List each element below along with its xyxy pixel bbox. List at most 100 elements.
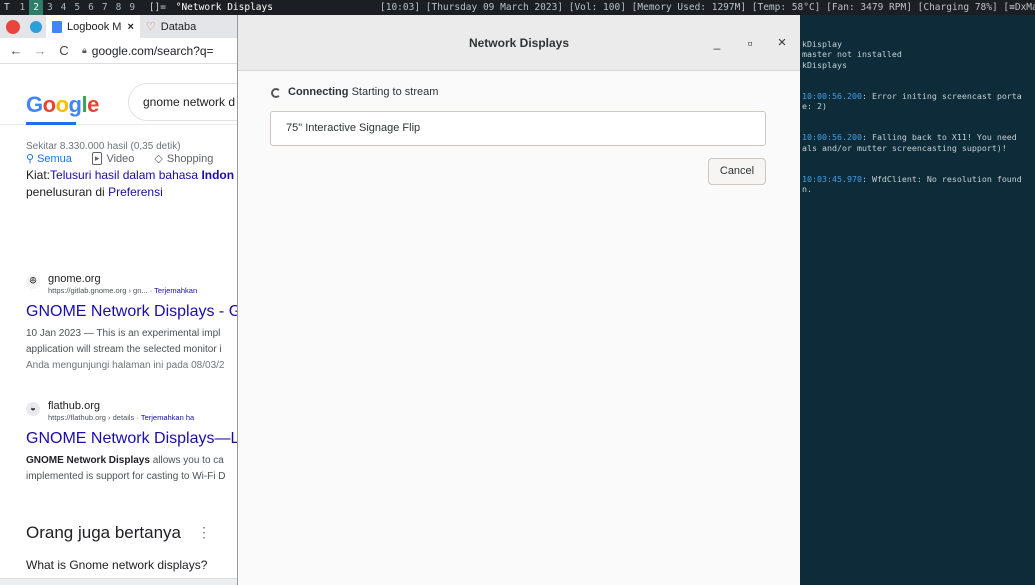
tab-strip: Logbook M × ♡ Databa [0, 15, 237, 38]
crumb-text: https://flathub.org › details · [48, 413, 141, 422]
logo-letter: e [87, 92, 99, 117]
cancel-button[interactable]: Cancel [708, 158, 766, 185]
snippet-text: allows you to ca [149, 455, 224, 466]
result-site[interactable]: flathub.org [48, 400, 100, 412]
terminal-window[interactable]: kDisplay master not installed kDisplays 10… [800, 15, 1035, 585]
address-bar: ← → C 🔒︎ google.com/search?q= [0, 38, 237, 64]
tip-line2: penelusuran di [26, 185, 109, 199]
tab-logbook[interactable]: Logbook M × [46, 15, 140, 38]
forward-icon[interactable]: → [32, 43, 48, 58]
workspace-4[interactable]: 4 [57, 0, 71, 15]
log-entry: 10:00:56.200: Falling back to X11! You n… [802, 132, 1035, 153]
workspace-3[interactable]: 3 [43, 0, 57, 15]
tab-label: Video [106, 152, 135, 165]
terminal-header: kDisplay master not installed kDisplays [802, 39, 1035, 71]
translate-link[interactable]: Terjemahkan ha [141, 413, 194, 422]
tab-label: Semua [37, 152, 72, 165]
search-input[interactable]: gnome network d [128, 83, 237, 121]
result-crumb: https://gitlab.gnome.org › gn... · Terje… [48, 286, 197, 295]
logo-letter: g [68, 92, 82, 117]
translate-link[interactable]: Terjemahkan [154, 286, 197, 295]
terminal-line: kDisplays [802, 59, 847, 70]
people-also-ask-heading: Orang juga bertanya [26, 523, 181, 542]
workspace-7[interactable]: 7 [98, 0, 112, 15]
tab-semua[interactable]: ⚲ Semua [26, 152, 72, 166]
result-snippet: GNOME Network Displays allows you to ca … [26, 453, 226, 485]
docs-icon [52, 20, 62, 33]
system-status: [10:03] [Thursday 09 March 2023] [Vol: 1… [380, 2, 1035, 13]
minimize-icon[interactable]: _ [708, 34, 726, 52]
tip-link[interactable]: Telusuri hasil dalam bahasa [50, 168, 201, 182]
tag-icon: ◇ [154, 153, 163, 165]
horizontal-scrollbar[interactable] [0, 578, 237, 585]
snippet-bold: GNOME Network Displays [26, 455, 150, 466]
workspace-2[interactable]: 2 [29, 0, 43, 15]
browser-window: Logbook M × ♡ Databa ← → C 🔒︎ google.com… [0, 15, 237, 585]
log-entry: 10:00:56.200: Error initing screencast p… [802, 91, 1035, 112]
preferences-link[interactable]: Preferensi [108, 185, 163, 199]
tip-bold[interactable]: Indon [201, 168, 234, 182]
tab-label: Shopping [166, 152, 214, 165]
tip-prefix: Kiat: [26, 168, 51, 182]
snippet-line: application will stream the selected mon… [26, 344, 222, 355]
search-tabs: ⚲ Semua ▸ Video ◇ Shopping [26, 152, 233, 165]
tab-close-icon[interactable]: × [127, 21, 133, 33]
url-input[interactable]: google.com/search?q= [92, 44, 214, 58]
status-label: Connecting [288, 86, 349, 98]
logo-letter: o [42, 92, 56, 117]
connection-status: Connecting Starting to stream [288, 86, 438, 98]
layout-indicator[interactable]: []= [145, 2, 166, 13]
result-snippet: 10 Jan 2023 — This is an experimental im… [26, 326, 225, 374]
telegram-icon[interactable] [30, 20, 42, 33]
back-icon[interactable]: ← [8, 43, 24, 58]
logo-letter: G [26, 92, 43, 117]
sink-item[interactable]: 75" Interactive Signage Flip [270, 111, 766, 146]
play-icon: ▸ [91, 152, 103, 165]
search-icon: ⚲ [26, 153, 35, 165]
tab-shopping[interactable]: ◇ Shopping [154, 152, 214, 166]
terminal-line: master not installed [802, 49, 902, 59]
flathub-icon: ◒ [26, 402, 40, 416]
snippet-line: GNOME Network Displays allows you to ca [26, 453, 226, 469]
layout-glyph: T [4, 2, 10, 13]
workspace-9[interactable]: 9 [125, 0, 139, 15]
maximize-icon[interactable]: ▫ [741, 34, 759, 52]
log-continuation: als and/or mutter screencasting support)… [802, 142, 1007, 153]
active-tab-indicator [26, 122, 76, 125]
log-timestamp: 10:00:56.200 [802, 90, 862, 101]
status-detail: Starting to stream [351, 86, 439, 98]
question-item[interactable]: What is Gnome network displays? [26, 558, 207, 572]
terminal-line: kDisplay [802, 38, 842, 49]
firefox-alert-icon[interactable] [6, 19, 20, 34]
result-title-link[interactable]: GNOME Network Displays—Li [26, 430, 237, 448]
workspace-1[interactable]: 1 [15, 0, 29, 15]
workspace-5[interactable]: 5 [70, 0, 84, 15]
tab-database[interactable]: ♡ Databa [140, 15, 202, 38]
dialog-header: Network Displays _ ▫ × [238, 15, 800, 71]
tab-video[interactable]: ▸ Video [91, 152, 135, 165]
workspace-8[interactable]: 8 [112, 0, 126, 15]
workspace-list: 123456789 [15, 0, 139, 15]
google-logo[interactable]: Google [26, 92, 99, 118]
spinner-icon [271, 88, 281, 98]
close-icon[interactable]: × [773, 34, 791, 52]
result-crumb: https://flathub.org › details · Terjemah… [48, 413, 194, 422]
crumb-text: https://gitlab.gnome.org › gn... · [48, 286, 155, 295]
more-options-icon[interactable]: ⋮ [197, 524, 211, 541]
log-timestamp: 10:00:56.200 [802, 132, 862, 142]
log-message: : Error initing screencast porta [861, 90, 1022, 101]
focused-window-title: °Network Displays [175, 2, 273, 13]
log-continuation: n. [802, 184, 812, 194]
result-title-link[interactable]: GNOME Network Displays - Gi [26, 303, 237, 321]
result-site[interactable]: gnome.org [48, 273, 101, 285]
log-timestamp: 10:03:45.970 [802, 173, 862, 184]
log-entry: 10:03:45.970: WfdClient: No resolution f… [802, 174, 1035, 195]
workspace-6[interactable]: 6 [84, 0, 98, 15]
snippet-line: 10 Jan 2023 — This is an experimental im… [26, 328, 221, 339]
reload-icon[interactable]: C [56, 43, 72, 58]
snippet-line: Anda mengunjungi halaman ini pada 08/03/… [26, 360, 225, 371]
logo-letter: o [55, 92, 69, 117]
tab-label: Logbook M [67, 20, 122, 33]
log-continuation: e: 2) [802, 101, 827, 111]
gnome-foot-icon: ꔮ [26, 275, 40, 289]
